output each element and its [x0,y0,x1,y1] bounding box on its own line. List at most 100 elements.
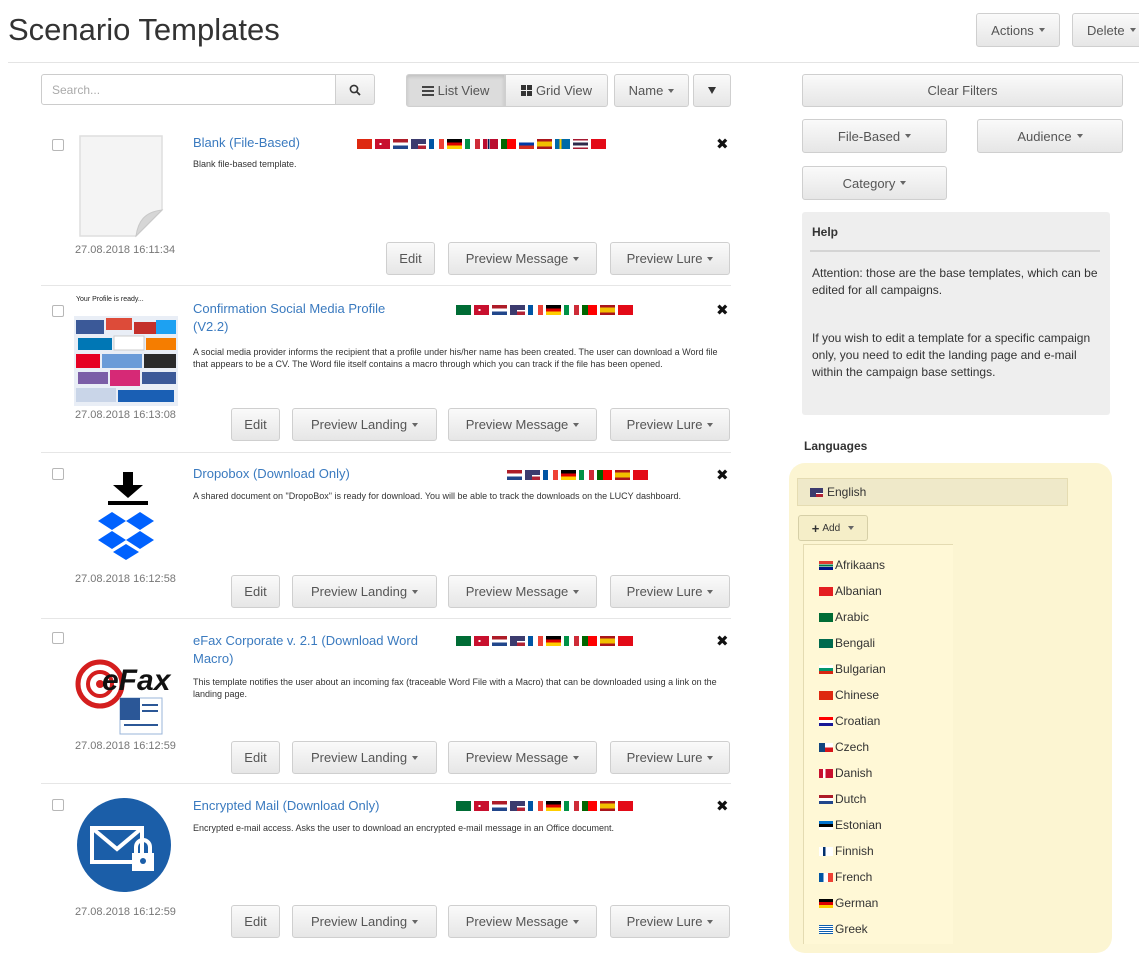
flag-french-icon [528,636,543,646]
add-language-button[interactable]: + Add [798,515,868,541]
caret-down-icon [848,526,855,530]
select-checkbox[interactable] [52,468,64,480]
preview-message-button[interactable]: Preview Message [448,905,597,938]
language-option-croatian[interactable]: Croatian [819,713,880,729]
preview-landing-button[interactable]: Preview Landing [292,741,437,774]
language-option-arabic[interactable]: Arabic [819,609,869,625]
clear-filters-button[interactable]: Clear Filters [802,74,1123,107]
close-icon[interactable]: ✖ [716,135,729,153]
edit-button[interactable]: Edit [231,905,280,938]
caret-down-icon [573,919,580,924]
caret-down-icon [412,755,419,760]
flag-arabic-icon [456,305,471,315]
language-option-czech[interactable]: Czech [819,739,869,755]
edit-label: Edit [244,417,267,432]
flag-italian-icon [579,470,594,480]
preview-landing-button[interactable]: Preview Landing [292,408,437,441]
item-divider [41,783,731,784]
caret-down-icon [900,181,907,185]
language-option-finnish[interactable]: Finnish [819,843,874,859]
blank-page-icon [79,135,164,238]
template-title[interactable]: Confirmation Social Media Profile (V2.2) [193,300,423,336]
preview-lure-label: Preview Lure [626,914,703,929]
preview-lure-button[interactable]: Preview Lure [610,408,730,441]
preview-lure-label: Preview Lure [626,417,703,432]
preview-landing-button[interactable]: Preview Landing [292,575,437,608]
search-button[interactable] [335,74,375,105]
edit-button[interactable]: Edit [231,741,280,774]
file-based-filter-button[interactable]: File-Based [802,119,947,153]
delete-dropdown-button[interactable]: Delete [1072,13,1139,47]
flag-afrikaans-icon [819,560,833,570]
flag-french-icon [528,801,543,811]
close-icon[interactable]: ✖ [716,466,729,484]
actions-dropdown-button[interactable]: Actions [976,13,1060,47]
edit-button[interactable]: Edit [231,408,280,441]
preview-message-button[interactable]: Preview Message [448,575,597,608]
language-option-label: Dutch [835,792,867,806]
flag-finnish-icon [819,846,833,856]
delete-label: Delete [1087,22,1125,38]
language-option-label: Czech [835,740,870,754]
language-option-afrikaans[interactable]: Afrikaans [819,557,885,573]
category-filter-button[interactable]: Category [802,166,947,200]
preview-lure-button[interactable]: Preview Lure [610,242,730,275]
flag-portuguese-icon [582,801,597,811]
template-title[interactable]: Encrypted Mail (Download Only) [193,797,423,815]
preview-message-button[interactable]: Preview Message [448,408,597,441]
flag-german-icon [447,139,462,149]
edit-button[interactable]: Edit [231,575,280,608]
caret-down-icon [707,589,714,594]
sort-direction-button[interactable] [693,74,731,107]
flag-english-icon [510,636,525,646]
preview-landing-button[interactable]: Preview Landing [292,905,437,938]
template-description: A shared document on "DropoBox" is ready… [193,491,682,501]
preview-landing-label: Preview Landing [310,914,408,929]
flag-arabic-icon [819,612,833,622]
help-divider [810,250,1100,252]
preview-message-button[interactable]: Preview Message [448,242,597,275]
caret-down-icon [707,755,714,760]
caret-down-icon [412,919,419,924]
select-checkbox[interactable] [52,139,64,151]
preview-lure-button[interactable]: Preview Lure [610,905,730,938]
language-option-bengali[interactable]: Bengali [819,635,875,651]
search-input[interactable] [41,74,336,105]
language-option-chinese[interactable]: Chinese [819,687,879,703]
preview-lure-button[interactable]: Preview Lure [610,575,730,608]
caret-down-icon [573,755,580,760]
language-option-bulgarian[interactable]: Bulgarian [819,661,886,677]
template-title[interactable]: Dropobox (Download Only) [193,465,423,483]
sort-dropdown-button[interactable]: Name [614,74,689,107]
list-view-button[interactable]: List View [406,74,505,107]
flag-turkish-icon [633,470,648,480]
preview-message-label: Preview Message [465,750,569,765]
close-icon[interactable]: ✖ [716,632,729,650]
flag-spanish-icon [600,305,615,315]
help-paragraph: If you wish to edit a template for a spe… [812,331,1091,379]
language-option-danish[interactable]: Danish [819,765,872,781]
language-option-estonian[interactable]: Estonian [819,817,882,833]
flag-portuguese-icon [582,305,597,315]
selected-language-english[interactable]: English [797,478,1068,506]
list-icon [421,85,434,96]
preview-lure-button[interactable]: Preview Lure [610,741,730,774]
close-icon[interactable]: ✖ [716,301,729,319]
language-option-greek[interactable]: Greek [819,921,868,937]
preview-message-button[interactable]: Preview Message [448,741,597,774]
template-title[interactable]: eFax Corporate v. 2.1 (Download Word Mac… [193,632,443,668]
close-icon[interactable]: ✖ [716,797,729,815]
flag-italian-icon [564,801,579,811]
edit-button[interactable]: Edit [386,242,435,275]
select-checkbox[interactable] [52,632,64,644]
language-option-dutch[interactable]: Dutch [819,791,866,807]
flag-portuguese-icon [582,636,597,646]
grid-view-button[interactable]: Grid View [505,74,608,107]
language-option-french[interactable]: French [819,869,872,885]
language-option-german[interactable]: German [819,895,878,911]
audience-filter-button[interactable]: Audience [977,119,1123,153]
select-checkbox[interactable] [52,799,64,811]
flag-dutch-icon [492,305,507,315]
language-option-albanian[interactable]: Albanian [819,583,882,599]
select-checkbox[interactable] [52,305,64,317]
